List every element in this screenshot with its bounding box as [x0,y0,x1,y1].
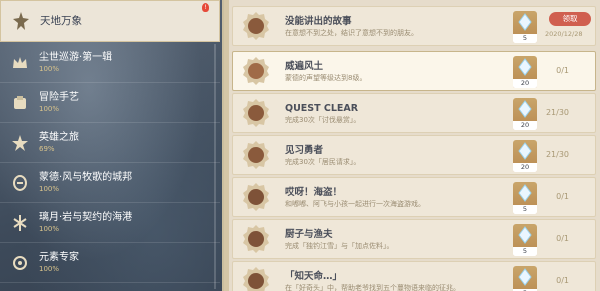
sidebar-item-percent: 100% [39,185,60,193]
primogem-reward: 5 [513,224,537,256]
sidebar-item-percent: 100% [39,105,60,113]
achievement-desc: 在意想不到之处，结识了意想不到的朋友。 [285,28,418,37]
reward-count: 20 [513,163,537,172]
primogem-reward: 5 [513,182,537,214]
sidebar-item-percent: 100% [39,225,60,233]
sidebar-item-mengde[interactable]: 蒙德·风与牧歌的城邦 100% [0,163,220,203]
achievement-title: 哎呀！海盗！ [285,186,343,198]
achievement-medal-icon [243,183,269,211]
sidebar-item-label: 天地万象 [40,14,82,27]
reward-count: 5 [513,205,537,214]
reward-count: 20 [513,79,537,88]
sidebar-item-yuansuzhuanjia[interactable]: 元素专家 100% [0,243,220,283]
sidebar-item-yingxiongzhilv[interactable]: 英雄之旅 69% [0,123,220,163]
achievement-medal-icon [243,225,269,253]
primogem-icon [518,13,532,31]
achievement-progress: 21/30 [545,150,569,159]
crown-emblem-icon [9,52,31,74]
sidebar-item-liyue[interactable]: 璃月·岩与契约的海港 100% [0,203,220,243]
primogem-icon [518,184,532,202]
achievement-row[interactable]: 厨子与渔夫 完成「独钓江雪」与「加点佐料」。 5 0/1 [232,219,596,259]
achievement-desc: 在「好奇头」中，帮助老爷找到五个蔓物语来临的征兆。 [285,283,460,291]
achievement-desc: 蒙德的声望等级达到8级。 [285,73,367,82]
sidebar-scrollbar[interactable] [214,44,216,289]
primogem-icon [518,226,532,244]
achievement-row[interactable]: QUEST CLEAR 完成30次「讨伐悬赏」。 20 21/30 [232,93,596,133]
achievement-title: 厨子与渔夫 [285,228,333,240]
sidebar-item-percent: 100% [39,65,60,73]
achievement-title: 见习勇者 [285,144,324,156]
sidebar-item-label: 尘世巡游·第一辑 [39,52,113,63]
achievement-progress: 0/1 [556,66,569,75]
hand-emblem-icon [9,92,31,114]
achievement-medal-icon [243,141,269,169]
primogem-reward: 20 [513,140,537,172]
achievement-medal-icon [243,267,269,291]
mondstadt-emblem-icon [9,172,31,194]
achievement-list-panel: 没能讲出的故事 在意想不到之处，结识了意想不到的朋友。 5 领取 2020/12… [222,0,600,291]
sidebar-item-label: 英雄之旅 [39,132,79,143]
achievement-desc: 完成「独钓江雪」与「加点佐料」。 [285,241,394,250]
sidebar-item-label: 蒙德·风与牧歌的城邦 [39,172,133,183]
primogem-reward: 5 [513,11,537,43]
primogem-icon [518,268,532,286]
sidebar-item-label: 璃月·岩与契约的海港 [39,212,133,223]
claim-date: 2020/12/28 [545,30,583,38]
achievement-title: 「知天命…」 [285,270,343,282]
primogem-reward: 20 [513,56,537,88]
achievement-progress: 0/1 [556,192,569,201]
claim-button[interactable]: 领取 [549,12,591,26]
star-emblem-icon [10,10,32,32]
hero-emblem-icon [9,132,31,154]
achievement-medal-icon [243,57,269,85]
achievement-row[interactable]: 威遍风土 蒙德的声望等级达到8级。 20 0/1 [232,51,596,91]
sidebar-item-maoxianshouyi[interactable]: 冒险手艺 100% [0,83,220,123]
primogem-icon [518,100,532,118]
achievement-desc: 完成30次「居民请求」。 [285,157,361,166]
sidebar-item-chenshixunyou[interactable]: 尘世巡游·第一辑 100% [0,43,220,83]
sidebar-item-label: 元素专家 [39,252,79,263]
panel-scrollbar[interactable] [224,0,229,291]
achievement-title: 威遍风土 [285,60,324,72]
sidebar-item-label: 冒险手艺 [39,92,79,103]
primogem-icon [518,58,532,76]
achievement-progress: 0/1 [556,276,569,285]
achievement-title: QUEST CLEAR [285,102,359,114]
sidebar-item-percent: 100% [39,265,60,273]
sidebar-item-percent: 69% [39,145,55,153]
achievement-medal-icon [243,12,269,40]
element-emblem-icon [9,252,31,274]
achievement-title: 没能讲出的故事 [285,15,352,27]
achievement-progress: 21/30 [545,108,569,117]
achievement-row[interactable]: 「知天命…」 在「好奇头」中，帮助老爷找到五个蔓物语来临的征兆。 5 0/1 [232,261,596,291]
category-sidebar: 天地万象 ! 尘世巡游·第一辑 100% 冒险手艺 100% 英雄之旅 69% [0,0,222,291]
reward-count: 5 [513,34,537,43]
primogem-reward: 5 [513,266,537,291]
primogem-reward: 20 [513,98,537,130]
liyue-emblem-icon [9,212,31,234]
achievement-progress: 0/1 [556,234,569,243]
achievement-desc: 和嘟嘟、阿飞与小孩一起进行一次海盗游戏。 [285,199,425,208]
reward-count: 5 [513,247,537,256]
reward-count: 20 [513,121,537,130]
achievement-row[interactable]: 没能讲出的故事 在意想不到之处，结识了意想不到的朋友。 5 领取 2020/12… [232,6,596,46]
primogem-icon [518,142,532,160]
achievement-medal-icon [243,99,269,127]
notification-badge: ! [202,3,209,12]
achievement-row[interactable]: 见习勇者 完成30次「居民请求」。 20 21/30 [232,135,596,175]
achievement-desc: 完成30次「讨伐悬赏」。 [285,115,361,124]
sidebar-item-tiandiwanxiang[interactable]: 天地万象 [0,0,220,42]
achievement-row[interactable]: 哎呀！海盗！ 和嘟嘟、阿飞与小孩一起进行一次海盗游戏。 5 0/1 [232,177,596,217]
